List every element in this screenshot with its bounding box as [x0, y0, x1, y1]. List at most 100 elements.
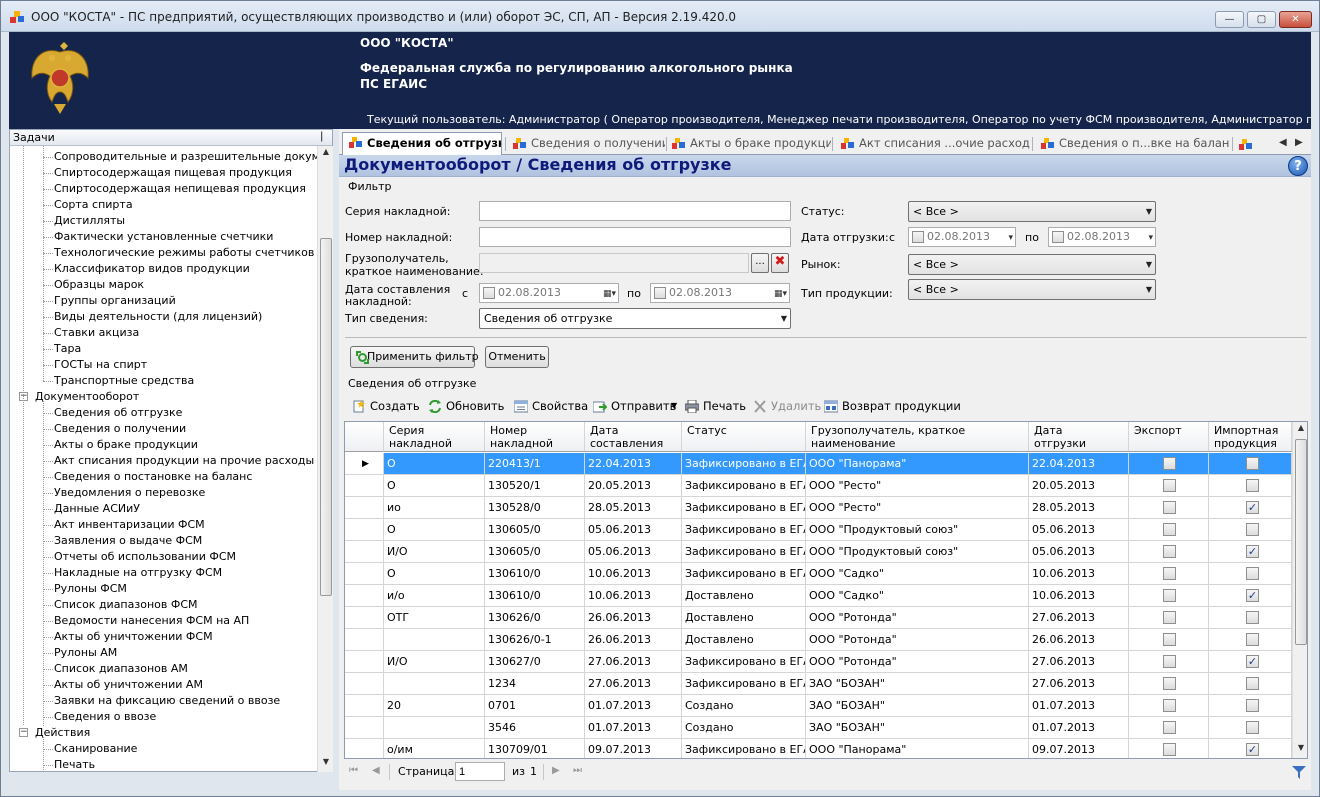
scroll-thumb[interactable] [320, 238, 332, 596]
tab-writeoff[interactable]: Акт списания ...очие расходы [835, 134, 1030, 154]
page-input[interactable] [455, 762, 505, 781]
row-selector[interactable] [345, 673, 384, 695]
import-checkbox[interactable]: ✓ [1246, 501, 1259, 514]
tree-item[interactable]: Технологические режимы работы счетчиков [54, 245, 314, 261]
import-checkbox[interactable] [1246, 633, 1259, 646]
row-selector[interactable] [345, 607, 384, 629]
row-selector[interactable] [345, 585, 384, 607]
tree-item[interactable]: Сведения о постановке на баланс [54, 469, 252, 485]
tree-item[interactable]: Данные АСИиУ [54, 501, 140, 517]
minimize-button[interactable]: — [1215, 11, 1244, 28]
column-header[interactable]: Экспорт [1129, 422, 1209, 452]
row-selector[interactable] [345, 541, 384, 563]
export-checkbox[interactable] [1163, 567, 1176, 580]
ship-date-from-picker[interactable]: 02.08.2013 ▾ [908, 227, 1016, 247]
browse-button[interactable]: ... [751, 253, 769, 273]
dropdown-arrow-icon[interactable]: ▾ [1148, 229, 1153, 247]
import-checkbox[interactable] [1246, 677, 1259, 690]
row-selector[interactable]: ▶ [345, 453, 384, 475]
tree-item[interactable]: Виды деятельности (для лицензий) [54, 309, 262, 325]
row-selector[interactable] [345, 739, 384, 758]
export-checkbox[interactable] [1163, 479, 1176, 492]
export-checkbox[interactable] [1163, 611, 1176, 624]
export-checkbox[interactable] [1163, 589, 1176, 602]
tree-item[interactable]: Сведения об отгрузке [54, 405, 182, 421]
refresh-button[interactable]: Обновить [428, 397, 504, 415]
series-input[interactable] [479, 201, 791, 221]
tree-expander-icon[interactable]: − [19, 728, 28, 737]
import-checkbox[interactable] [1246, 523, 1259, 536]
tree-item[interactable]: Транспортные средства [54, 373, 194, 389]
ship-date-from-checkbox[interactable] [912, 231, 924, 243]
row-selector[interactable] [345, 629, 384, 651]
scroll-down-icon[interactable]: ▼ [1294, 743, 1307, 757]
tree-item[interactable]: Сведения о получении [54, 421, 186, 437]
tree-item[interactable]: Классификатор видов продукции [54, 261, 250, 277]
return-product-button[interactable]: Возврат продукции [824, 397, 961, 415]
import-checkbox[interactable] [1246, 457, 1259, 470]
row-selector[interactable] [345, 497, 384, 519]
pin-icon[interactable]: ❘ [318, 131, 326, 142]
tree-item[interactable]: Спиртосодержащая пищевая продукция [54, 165, 292, 181]
status-select[interactable]: < Все > ▼ [908, 201, 1156, 222]
sidebar-scrollbar[interactable]: ▲ ▼ [317, 146, 333, 772]
row-selector[interactable] [345, 475, 384, 497]
row-selector[interactable] [345, 717, 384, 739]
import-checkbox[interactable] [1246, 699, 1259, 712]
grid-scrollbar[interactable]: ▲ ▼ [1292, 422, 1307, 758]
calendar-dropdown-icon[interactable]: ▦▾ [603, 285, 616, 303]
tree-item[interactable]: Список диапазонов ФСМ [54, 597, 198, 613]
tab-scroll-left-icon[interactable]: ◀ [1279, 137, 1287, 148]
export-checkbox[interactable] [1163, 545, 1176, 558]
number-input[interactable] [479, 227, 791, 247]
date-to-checkbox[interactable] [654, 287, 666, 299]
export-checkbox[interactable] [1163, 501, 1176, 514]
print-button[interactable]: Печать [685, 397, 746, 415]
type-select[interactable]: Сведения об отгрузке ▼ [479, 308, 791, 329]
export-checkbox[interactable] [1163, 699, 1176, 712]
tree-group[interactable]: Документооборот [35, 389, 139, 405]
task-tree[interactable]: Сопроводительные и разрешительные докуме… [10, 146, 317, 772]
column-header[interactable]: Дата составления [585, 422, 682, 452]
export-checkbox[interactable] [1163, 743, 1176, 756]
export-checkbox[interactable] [1163, 633, 1176, 646]
tree-item[interactable]: Сопроводительные и разрешительные докуме… [54, 149, 317, 165]
tree-item[interactable]: Сканирование [54, 741, 137, 757]
tab-defect-acts[interactable]: Акты о браке продукции [666, 134, 831, 154]
tree-item[interactable]: Ставки акциза [54, 325, 139, 341]
tree-item[interactable]: Акты об уничтожении ФСМ [54, 629, 213, 645]
tree-item[interactable]: Заявки на фиксацию сведений о ввозе [54, 693, 280, 709]
row-selector[interactable] [345, 563, 384, 585]
prev-page-icon[interactable]: ◀ [372, 765, 380, 776]
import-checkbox[interactable]: ✓ [1246, 743, 1259, 756]
scroll-up-icon[interactable]: ▲ [319, 147, 333, 161]
document-icon[interactable] [1239, 139, 1252, 150]
tree-item[interactable]: Сведения о ввозе [54, 709, 156, 725]
last-page-icon[interactable]: ⏭ [573, 765, 582, 776]
import-checkbox[interactable]: ✓ [1246, 545, 1259, 558]
column-header[interactable]: Дата отгрузки [1029, 422, 1129, 452]
tree-item[interactable]: Дистилляты [54, 213, 125, 229]
column-header[interactable]: Серия накладной [384, 422, 485, 452]
send-dropdown-icon[interactable]: ▼ [671, 397, 677, 415]
delete-button[interactable]: Удалить [753, 397, 821, 415]
import-checkbox[interactable] [1246, 721, 1259, 734]
export-checkbox[interactable] [1163, 523, 1176, 536]
date-from-checkbox[interactable] [483, 287, 495, 299]
tree-item[interactable]: Фактически установленные счетчики [54, 229, 273, 245]
dropdown-arrow-icon[interactable]: ▾ [1008, 229, 1013, 247]
tree-item[interactable]: Группы организаций [54, 293, 176, 309]
tree-item[interactable]: Акт инвентаризации ФСМ [54, 517, 205, 533]
row-selector[interactable] [345, 695, 384, 717]
tree-item[interactable]: Тара [54, 341, 81, 357]
import-checkbox[interactable] [1246, 479, 1259, 492]
tab-shipment[interactable]: Сведения об отгрузке [342, 132, 502, 155]
column-header[interactable]: Импортная продукция [1209, 422, 1292, 452]
tree-item[interactable]: Заявления о выдаче ФСМ [54, 533, 202, 549]
column-header[interactable]: Номер накладной [485, 422, 585, 452]
tab-scroll-right-icon[interactable]: ▶ [1295, 137, 1303, 148]
export-checkbox[interactable] [1163, 655, 1176, 668]
scroll-down-icon[interactable]: ▼ [319, 757, 333, 771]
tree-item[interactable]: Акты об уничтожении АМ [54, 677, 203, 693]
tab-receipt[interactable]: Сведения о получении [507, 134, 665, 154]
